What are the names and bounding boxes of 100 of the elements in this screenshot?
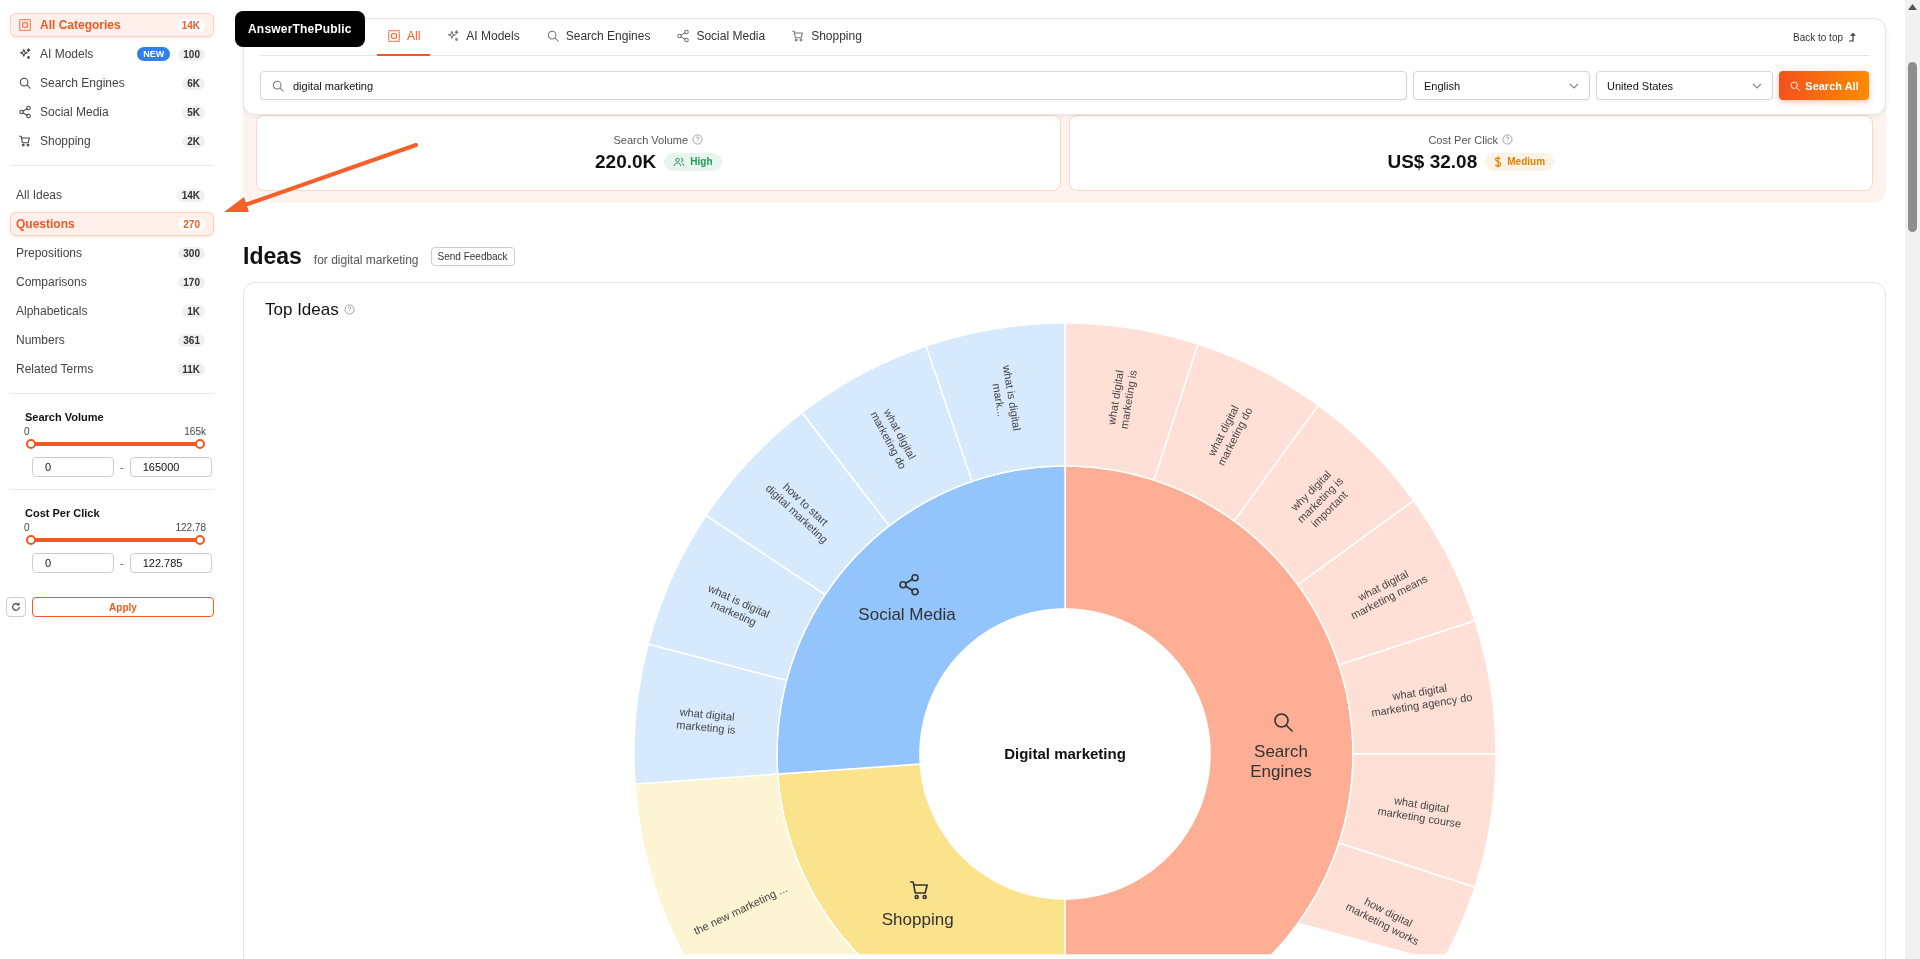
idea-type-item[interactable]: All Ideas 14K (10, 183, 214, 207)
info-icon[interactable] (343, 304, 355, 315)
search-icon (545, 29, 560, 43)
max-input-field[interactable]: 122.785 (129, 553, 212, 573)
idea-type-item[interactable]: Numbers 361 (10, 328, 214, 352)
share-icon (898, 573, 919, 596)
info-icon[interactable] (1502, 134, 1514, 145)
idea-label: what is digital mark... (990, 364, 1023, 432)
section-title: Ideas (243, 243, 302, 270)
level-badge: Medium (1485, 152, 1555, 171)
scroll-up-icon[interactable] (1908, 4, 1917, 10)
slider-handle[interactable] (195, 535, 205, 545)
share-icon (676, 29, 691, 43)
range-min-label: 0 (24, 522, 30, 533)
count-badge: 270 (178, 217, 205, 231)
min-input-field[interactable]: 0 (32, 457, 114, 477)
category-item[interactable]: AI Models NEW 100 (10, 42, 214, 66)
category-label: Shopping (881, 910, 954, 929)
level-badge: High (664, 152, 722, 171)
count-badge: 14K (176, 188, 205, 202)
count-badge: 361 (178, 333, 205, 347)
sunburst-idea-segment[interactable] (924, 323, 1066, 483)
idea-label: what digital marketing is (675, 705, 736, 736)
metric-value: 220.0K (595, 150, 657, 173)
range-max-label: 165k (184, 426, 206, 437)
metric-title: Cost Per Click (1428, 133, 1499, 146)
refresh-button[interactable] (6, 597, 26, 617)
sunburst-idea-segment[interactable] (633, 643, 787, 785)
count-badge: 11K (177, 362, 205, 376)
metric-title: Search Volume (613, 133, 689, 146)
scrollbar[interactable] (1905, 0, 1920, 959)
count-badge: 300 (178, 246, 205, 260)
sparkle-icon (446, 29, 461, 43)
count-badge: 100 (178, 47, 205, 61)
slider-handle[interactable] (195, 439, 205, 449)
category-label: Search Engines (1249, 742, 1312, 781)
search-bar[interactable]: digital marketing (260, 71, 1407, 100)
refresh-icon (11, 602, 21, 612)
sunburst-idea-segment[interactable] (1296, 842, 1476, 955)
range-separator: - (120, 461, 124, 473)
back-to-top-link[interactable]: Back to top (1792, 31, 1857, 43)
category-item[interactable]: Shopping 2K (10, 129, 214, 153)
sunburst-idea-segment[interactable] (1063, 323, 1199, 482)
range-separator: - (120, 557, 124, 569)
category-item[interactable]: All Categories 14K (10, 13, 214, 37)
cart-icon (18, 134, 32, 148)
sunburst-idea-segment[interactable] (1337, 753, 1496, 889)
sunburst-idea-segment[interactable] (1337, 619, 1496, 755)
category-item[interactable]: Social Media 5K (10, 100, 214, 124)
language-dropdown[interactable]: English (1413, 71, 1590, 100)
dotted-square-icon (387, 29, 401, 43)
sunburst-idea-segment[interactable] (633, 773, 869, 955)
min-input-field[interactable]: 0 (32, 553, 114, 573)
idea-type-item[interactable]: Prepositions 300 (10, 241, 214, 265)
range-max-label: 122.78 (175, 522, 206, 533)
country-dropdown[interactable]: United States (1596, 71, 1773, 100)
scroll-thumb[interactable] (1908, 62, 1917, 232)
sunburst-category-segment[interactable] (776, 763, 1066, 955)
count-badge: 1K (182, 304, 205, 318)
filter-title: Search Volume (25, 411, 105, 423)
count-badge: 6K (182, 76, 205, 90)
category-tab[interactable]: All (377, 18, 431, 56)
idea-type-item[interactable]: Comparisons 170 (10, 270, 214, 294)
idea-type-item[interactable]: Related Terms 11K (10, 357, 214, 381)
count-badge: 5K (182, 105, 205, 119)
chevron-down-icon[interactable] (1569, 82, 1579, 89)
idea-label: what digital marketing agency do (1369, 681, 1473, 719)
max-input-field[interactable]: 165000 (129, 457, 212, 477)
count-badge: 170 (178, 275, 205, 289)
count-badge: 2K (182, 134, 205, 148)
metric-value: US$ 32.08 (1387, 150, 1478, 173)
send-feedback-button[interactable]: Send Feedback (430, 247, 515, 266)
search-icon (1789, 79, 1802, 92)
slider-handle[interactable] (26, 535, 36, 545)
card-title: Top Ideas (265, 299, 339, 320)
cart-icon (791, 29, 806, 43)
search-icon (18, 76, 32, 90)
section-subtitle: for digital marketing (313, 253, 419, 267)
info-icon[interactable] (692, 134, 704, 145)
search-icon (1273, 713, 1293, 732)
chevron-down-icon[interactable] (1752, 82, 1762, 89)
search-icon (271, 78, 285, 93)
range-slider[interactable] (26, 439, 205, 449)
category-tab[interactable]: Shopping (781, 18, 872, 56)
idea-type-item[interactable]: Alphabeticals 1K (10, 299, 214, 323)
count-badge: 14K (176, 18, 205, 32)
category-item[interactable]: Search Engines 6K (10, 71, 214, 95)
people-icon (673, 155, 686, 168)
category-label: Social Media (857, 604, 956, 624)
center-label: Digital marketing (1003, 745, 1126, 762)
category-tab[interactable]: Social Media (666, 18, 776, 56)
category-tab[interactable]: Search Engines (535, 18, 661, 56)
filter-title: Cost Per Click (25, 507, 101, 519)
dotted-square-icon (18, 18, 32, 32)
range-slider[interactable] (26, 535, 205, 545)
idea-label: what digital marketing is (1104, 369, 1139, 430)
share-icon (18, 105, 32, 119)
logo[interactable]: AnswerThePublic (235, 11, 365, 47)
slider-handle[interactable] (26, 439, 36, 449)
category-tab[interactable]: AI Models (436, 18, 530, 56)
